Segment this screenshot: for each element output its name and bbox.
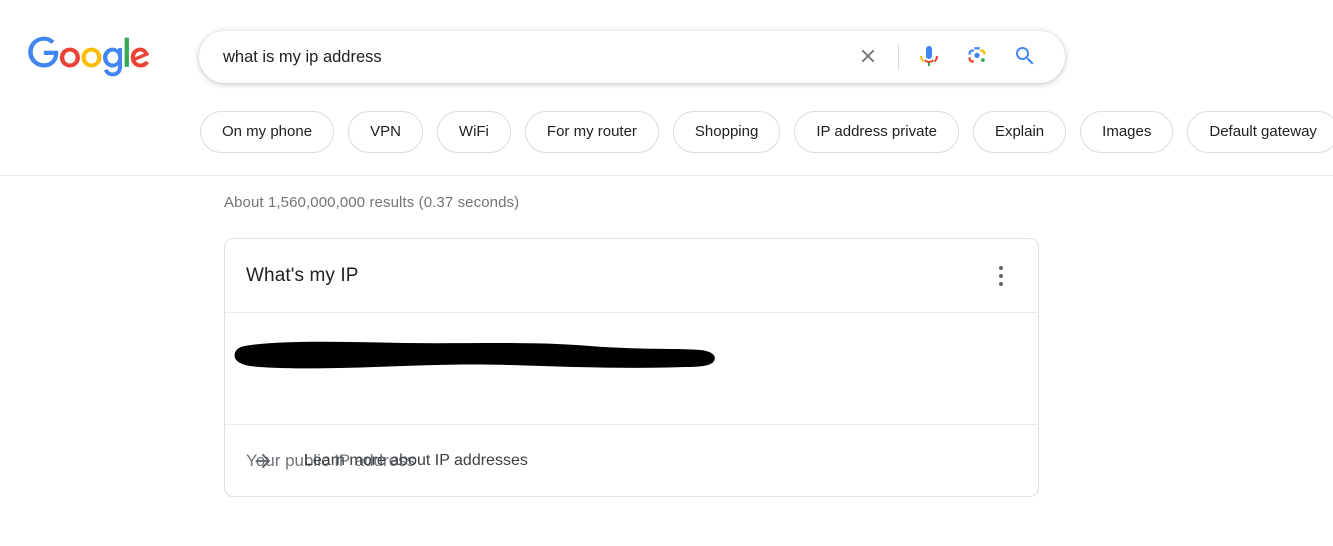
search-icon [1013, 44, 1037, 71]
search-input[interactable] [199, 31, 848, 83]
answer-card-title: What's my IP [246, 264, 359, 286]
answer-card: What's my IP Your public IP address Lear… [224, 238, 1039, 497]
search-box[interactable] [199, 31, 1065, 83]
close-icon [857, 45, 879, 70]
kebab-dot [999, 281, 1003, 286]
voice-search-button[interactable] [909, 37, 949, 77]
google-search-results-page: On my phone VPN WiFi For my router Shopp… [0, 0, 1333, 546]
filter-chips-row: On my phone VPN WiFi For my router Shopp… [200, 111, 1333, 153]
google-logo[interactable] [28, 36, 150, 78]
ip-address-redaction-mark [230, 337, 720, 373]
filter-chip-for-my-router[interactable]: For my router [524, 111, 659, 153]
filter-chip-images[interactable]: Images [1080, 111, 1174, 153]
lens-search-button[interactable] [957, 37, 997, 77]
arrow-right-icon [251, 449, 275, 473]
filter-chip-on-my-phone[interactable]: On my phone [200, 111, 335, 153]
search-submit-button[interactable] [1005, 37, 1045, 77]
three-dot-menu-button[interactable] [988, 261, 1014, 291]
search-box-icons [848, 31, 1065, 83]
result-stats: About 1,560,000,000 results (0.37 second… [224, 194, 520, 211]
filter-chip-ip-address-private[interactable]: IP address private [794, 111, 959, 153]
page-header: On my phone VPN WiFi For my router Shopp… [0, 0, 1333, 176]
google-lens-icon [965, 44, 989, 71]
header-bottom-divider [0, 175, 1333, 176]
answer-card-header: What's my IP [225, 239, 1038, 313]
filter-chip-vpn[interactable]: VPN [348, 111, 423, 153]
kebab-dot [999, 265, 1003, 270]
filter-chip-explain[interactable]: Explain [972, 111, 1067, 153]
search-box-divider [898, 44, 899, 70]
answer-card-body: Your public IP address [225, 313, 1038, 470]
filter-chip-default-gateway[interactable]: Default gateway [1187, 111, 1333, 153]
microphone-icon [917, 44, 941, 71]
filter-chip-wifi[interactable]: WiFi [436, 111, 511, 153]
clear-search-button[interactable] [848, 37, 888, 77]
learn-more-row[interactable]: Learn more about IP addresses [225, 425, 1038, 496]
kebab-dot [999, 273, 1003, 278]
learn-more-link[interactable]: Learn more about IP addresses [304, 452, 528, 470]
filter-chip-shopping[interactable]: Shopping [672, 111, 781, 153]
